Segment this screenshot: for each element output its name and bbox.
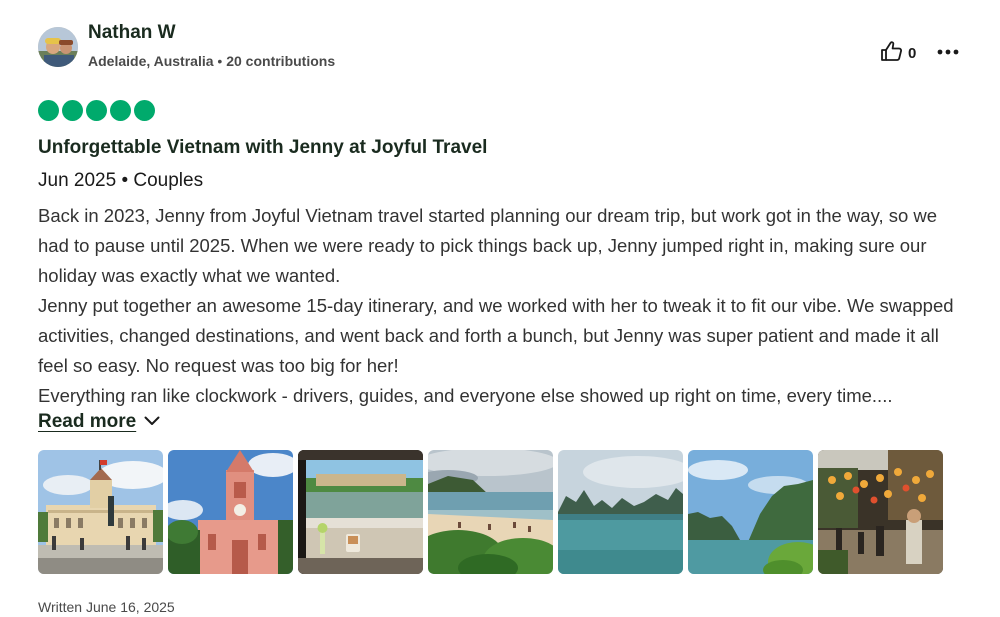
photo-pink-church[interactable] bbox=[168, 450, 293, 574]
author-contributions: 20 contributions bbox=[226, 53, 336, 69]
rating-bubble bbox=[38, 100, 59, 121]
author-meta: Adelaide, Australia • 20 contributions bbox=[88, 53, 335, 69]
photo-karst-water[interactable] bbox=[688, 450, 813, 574]
author-location: Adelaide, Australia bbox=[88, 53, 214, 69]
photo-city-hall[interactable] bbox=[38, 450, 163, 574]
review-body: Back in 2023, Jenny from Joyful Vietnam … bbox=[38, 201, 973, 411]
chevron-down-icon bbox=[144, 413, 160, 431]
photo-lantern-street[interactable] bbox=[818, 450, 943, 574]
author-name[interactable]: Nathan W bbox=[88, 22, 176, 44]
review-paragraph: Back in 2023, Jenny from Joyful Vietnam … bbox=[38, 205, 938, 286]
helpful-vote-button[interactable]: 0 bbox=[880, 40, 916, 67]
trip-info: Jun 2025 • Couples bbox=[38, 170, 204, 191]
photo-beach[interactable] bbox=[428, 450, 553, 574]
more-horizontal-icon bbox=[937, 42, 959, 60]
review-title[interactable]: Unforgettable Vietnam with Jenny at Joyf… bbox=[38, 137, 487, 159]
rating-bubble bbox=[110, 100, 131, 121]
rating-bubble bbox=[86, 100, 107, 121]
more-options-button[interactable] bbox=[936, 40, 960, 62]
photo-cafe-view[interactable] bbox=[298, 450, 423, 574]
photo-halong-bay[interactable] bbox=[558, 450, 683, 574]
rating-bubbles bbox=[38, 100, 155, 121]
photo-strip bbox=[38, 450, 943, 574]
rating-bubble bbox=[62, 100, 83, 121]
meta-separator: • bbox=[213, 53, 227, 69]
avatar[interactable] bbox=[38, 27, 78, 67]
review-paragraph: Jenny put together an awesome 15-day iti… bbox=[38, 295, 954, 376]
written-date: Written June 16, 2025 bbox=[38, 599, 175, 615]
helpful-count: 0 bbox=[908, 45, 917, 62]
read-more-label: Read more bbox=[38, 411, 137, 432]
read-more-button[interactable]: Read more bbox=[38, 411, 160, 433]
thumbs-up-icon bbox=[880, 40, 904, 67]
rating-bubble bbox=[134, 100, 155, 121]
review-paragraph: Everything ran like clockwork - drivers,… bbox=[38, 385, 893, 406]
